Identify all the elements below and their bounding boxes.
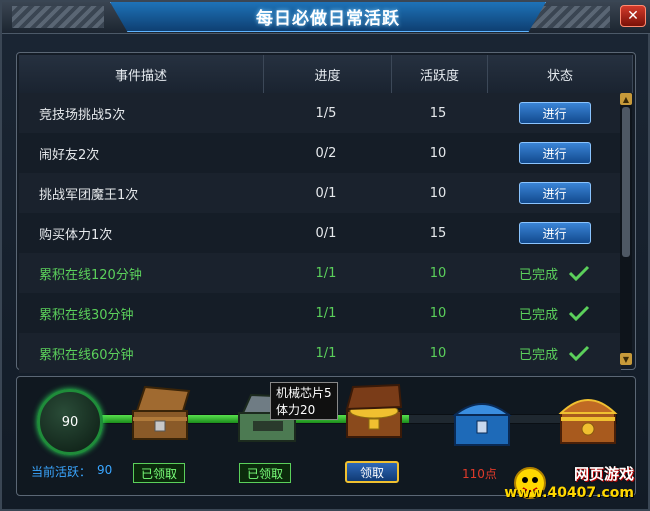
task-description: 闹好友2次 <box>39 147 100 163</box>
window-title: 每日必做日常活跃 <box>256 9 400 29</box>
activity-orb: 90 <box>37 389 103 455</box>
completed-status: 已完成 <box>518 347 558 363</box>
table-row: 闹好友2次 0/2 10 进行 <box>19 133 621 173</box>
go-button[interactable]: 进行 <box>518 142 591 164</box>
task-progress: 0/2 <box>315 145 337 161</box>
header-progress: 进度 <box>264 55 392 93</box>
activity-value: 90 <box>97 463 113 477</box>
task-points: 10 <box>429 185 447 201</box>
table-row: 累积在线60分钟 1/1 10 已完成 <box>19 333 621 373</box>
task-progress: 1/5 <box>315 105 337 121</box>
table-row: 购买体力1次 0/1 15 进行 <box>19 213 621 253</box>
task-progress: 1/1 <box>315 305 337 321</box>
title-decoration-left <box>12 6 104 28</box>
reward-tooltip: 机械芯片5 体力20 <box>270 382 338 420</box>
task-points: 10 <box>429 305 447 321</box>
close-button[interactable]: ✕ <box>620 5 646 27</box>
task-description: 累积在线60分钟 <box>39 347 134 363</box>
task-description: 挑战军团魔王1次 <box>39 187 139 203</box>
scrollbar[interactable]: ▲ ▼ <box>620 93 632 365</box>
table-header: 事件描述 进度 活跃度 状态 <box>19 55 633 93</box>
activity-window: 每日必做日常活跃 ✕ 事件描述 进度 活跃度 状态 竞技场挑战5次 1/5 15… <box>0 0 650 511</box>
checkmark-icon <box>568 265 590 281</box>
claimed-button: 已领取 <box>133 463 185 483</box>
task-description: 累积在线120分钟 <box>39 267 142 283</box>
table-row: 挑战军团魔王1次 0/1 10 进行 <box>19 173 621 213</box>
task-description: 累积在线30分钟 <box>39 307 134 323</box>
activity-orb-value: 90 <box>61 414 79 430</box>
tooltip-line: 体力20 <box>276 403 316 417</box>
scroll-thumb[interactable] <box>622 107 630 257</box>
task-points: 10 <box>429 345 447 361</box>
blue-chest-icon[interactable] <box>447 391 517 451</box>
title-bar: 每日必做日常活跃 ✕ <box>2 2 650 34</box>
table-row: 累积在线120分钟 1/1 10 已完成 <box>19 253 621 293</box>
go-button[interactable]: 进行 <box>518 102 591 124</box>
header-description: 事件描述 <box>19 55 264 93</box>
task-description: 竞技场挑战5次 <box>39 107 126 123</box>
task-progress: 0/1 <box>315 225 337 241</box>
scroll-down-arrow-icon[interactable]: ▼ <box>620 353 632 365</box>
checkmark-icon <box>568 305 590 321</box>
completed-status: 已完成 <box>518 267 558 283</box>
task-points: 15 <box>429 225 447 241</box>
task-points: 15 <box>429 105 447 121</box>
site-watermark: 网页游戏 www.40407.com <box>504 461 640 505</box>
checkmark-icon <box>568 345 590 361</box>
go-button[interactable]: 进行 <box>518 222 591 244</box>
wooden-chest-icon[interactable] <box>125 383 195 443</box>
task-progress: 1/1 <box>315 345 337 361</box>
close-icon: ✕ <box>627 8 639 24</box>
points-requirement: 110点 <box>462 467 497 481</box>
go-button[interactable]: 进行 <box>518 182 591 204</box>
task-progress: 0/1 <box>315 185 337 201</box>
header-activity: 活跃度 <box>392 55 488 93</box>
task-description: 购买体力1次 <box>39 227 113 243</box>
table-row: 竞技场挑战5次 1/5 15 进行 <box>19 93 621 133</box>
task-rows: 竞技场挑战5次 1/5 15 进行 闹好友2次 0/2 10 进行 挑战军团魔王… <box>19 93 621 373</box>
task-points: 10 <box>429 145 447 161</box>
scroll-up-arrow-icon[interactable]: ▲ <box>620 93 632 105</box>
watermark-url: www.40407.com <box>504 485 634 501</box>
task-points: 10 <box>429 265 447 281</box>
ornate-chest-icon[interactable] <box>553 387 623 447</box>
table-row: 累积在线30分钟 1/1 10 已完成 <box>19 293 621 333</box>
title-tab: 每日必做日常活跃 <box>110 2 546 32</box>
watermark-title: 网页游戏 <box>573 465 634 483</box>
completed-status: 已完成 <box>518 307 558 323</box>
header-status: 状态 <box>488 55 633 93</box>
activity-label: 当前活跃： <box>31 465 92 479</box>
tooltip-line: 机械芯片5 <box>276 386 332 400</box>
gold-chest-icon[interactable] <box>339 381 409 441</box>
task-table: 事件描述 进度 活跃度 状态 竞技场挑战5次 1/5 15 进行 闹好友2次 0… <box>16 52 636 373</box>
claimed-button: 已领取 <box>239 463 291 483</box>
claim-button[interactable]: 领取 <box>345 461 399 483</box>
task-progress: 1/1 <box>315 265 337 281</box>
